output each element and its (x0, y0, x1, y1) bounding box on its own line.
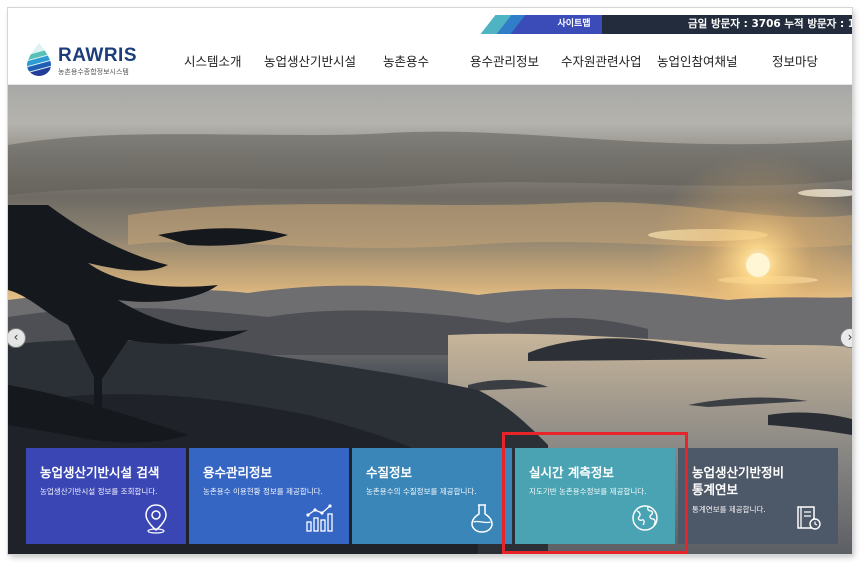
site-logo[interactable]: RAWRIS 농촌용수종합정보시스템 (24, 42, 154, 78)
card-facility-search[interactable]: 농업생산기반시설 검색 농업생산기반시설 정보를 조회합니다. (26, 448, 186, 544)
nav-item-water-management[interactable]: 용수관리정보 (470, 51, 539, 70)
brand-name: RAWRIS (58, 45, 137, 66)
nav-item-rural-water[interactable]: 농촌용수 (383, 51, 429, 70)
card-water-management[interactable]: 용수관리정보 농촌용수 이용현황 정보를 제공합니다. (189, 448, 349, 544)
card-description: 농업생산기반시설 정보를 조회합니다. (40, 487, 158, 496)
card-title: 실시간 계측정보 (529, 465, 614, 480)
card-title: 수질정보 (366, 465, 413, 480)
card-title: 용수관리정보 (203, 465, 273, 480)
card-description: 농촌용수의 수질정보를 제공합니다. (366, 487, 477, 496)
top-utility-bar: 사이트맵 금일 방문자 : 3706 누적 방문자 : 1889 (8, 8, 852, 34)
flask-icon (471, 504, 493, 533)
brand-subtitle: 농촌용수종합정보시스템 (58, 68, 129, 76)
nav-item-farmer-channel[interactable]: 농업인참여채널 (657, 51, 738, 70)
nav-item-info-plaza[interactable]: 정보마당 (772, 51, 818, 70)
card-title-line2: 통계연보 (692, 482, 739, 497)
visitor-counter: 금일 방문자 : 3706 누적 방문자 : 1889 (688, 18, 852, 30)
nav-item-water-resources[interactable]: 수자원관련사업 (561, 51, 642, 70)
card-description: 농촌용수 이용현황 정보를 제공합니다. (203, 487, 323, 496)
bar-chart-icon (306, 504, 333, 532)
globe-icon (632, 505, 658, 531)
card-description: 지도기반 농촌용수정보를 제공합니다. (529, 487, 647, 496)
book-icon (797, 506, 821, 530)
card-realtime-measurement[interactable]: 실시간 계측정보 지도기반 농촌용수정보를 제공합니다. (515, 448, 675, 544)
water-drop-logo-icon (27, 43, 51, 76)
map-pin-icon (145, 504, 167, 534)
card-statistics-yearbook[interactable]: 농업생산기반정비 통계연보 통계연보를 제공합니다. (678, 448, 838, 544)
sitemap-link[interactable]: 사이트맵 (544, 15, 604, 34)
card-water-quality[interactable]: 수질정보 농촌용수의 수질정보를 제공합니다. (352, 448, 512, 544)
nav-item-agri-facilities[interactable]: 농업생산기반시설 (264, 51, 356, 70)
nav-item-system-intro[interactable]: 시스템소개 (184, 51, 242, 70)
site-header: RAWRIS 농촌용수종합정보시스템 시스템소개 농업생산기반시설 농촌용수 용… (8, 34, 852, 85)
browser-frame: 사이트맵 금일 방문자 : 3706 누적 방문자 : 1889 (8, 8, 852, 554)
card-title: 농업생산기반시설 검색 (40, 465, 160, 480)
